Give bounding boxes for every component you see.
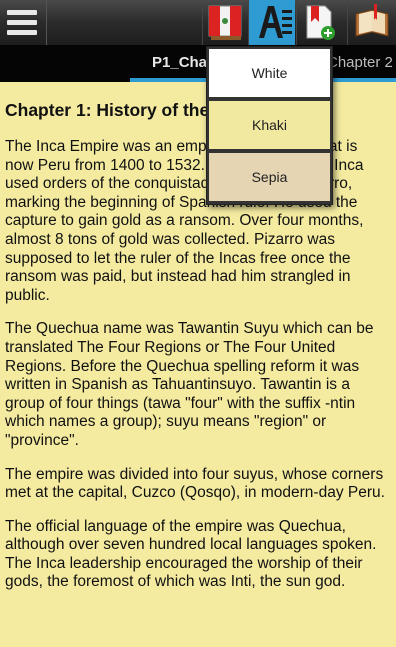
tab-chapter-2[interactable]: Chapter 2	[327, 54, 393, 71]
font-style-icon[interactable]	[248, 0, 295, 45]
bookmark-add-icon[interactable]	[296, 0, 343, 45]
paragraph: The empire was divided into four suyus, …	[5, 465, 385, 502]
paragraph: The Quechua name was Tawantin Suyu which…	[5, 320, 374, 449]
paragraph: The official language of the empire was …	[5, 517, 377, 591]
theme-option-white[interactable]: White	[209, 49, 330, 97]
theme-dropdown-menu: White Khaki Sepia	[206, 46, 333, 205]
open-book-icon[interactable]	[347, 0, 394, 45]
peru-flag-book-icon[interactable]	[202, 0, 249, 45]
hamburger-menu-icon[interactable]	[0, 0, 47, 45]
theme-option-khaki[interactable]: Khaki	[209, 101, 330, 149]
theme-option-sepia[interactable]: Sepia	[209, 153, 330, 201]
chapter-tab-bar: P1_Chap Chapter 2	[0, 45, 396, 82]
toolbar	[0, 0, 396, 45]
